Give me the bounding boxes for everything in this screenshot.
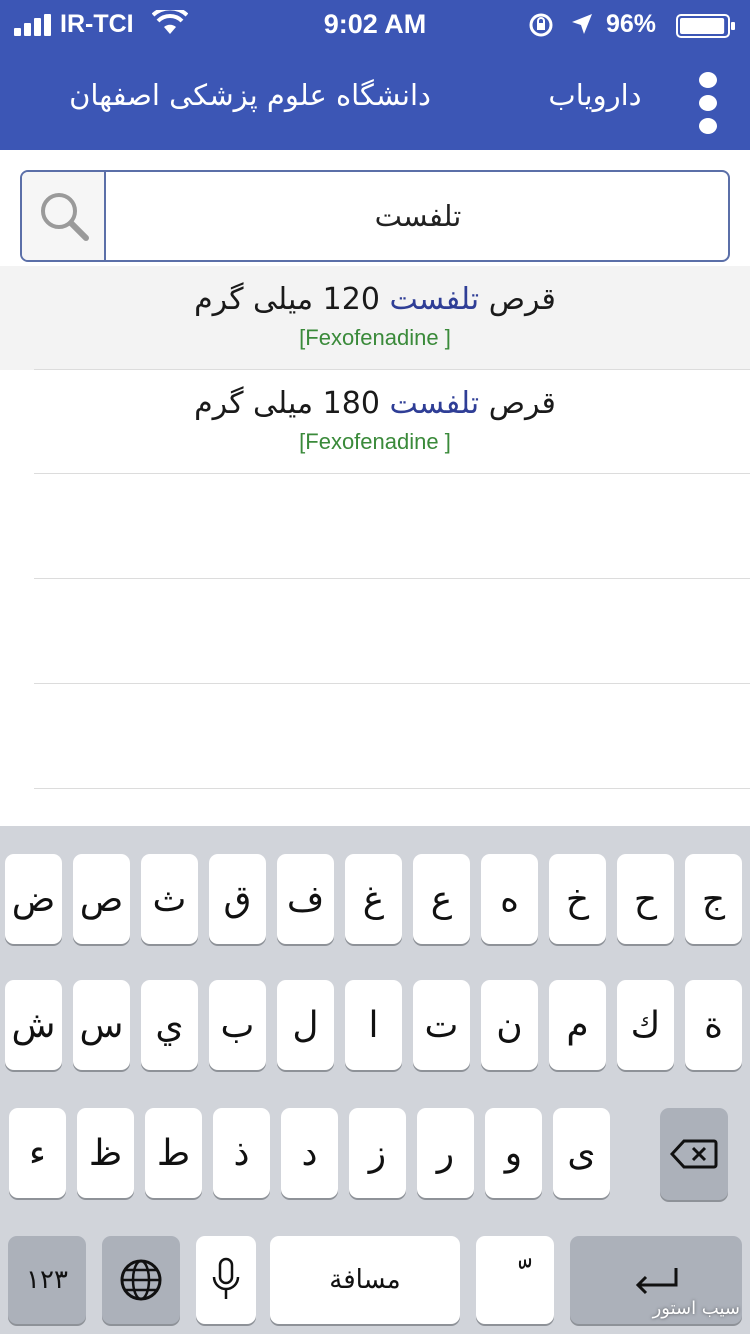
key-1-11[interactable]: ض (5, 854, 62, 944)
key-2-5[interactable]: ت (413, 980, 470, 1070)
location-arrow-icon (572, 14, 592, 34)
key-3-2[interactable]: و (485, 1108, 542, 1198)
watermark: سیب استور (652, 1298, 740, 1319)
key-3-4[interactable]: ز (349, 1108, 406, 1198)
header: IR-TCI 9:02 AM 96% دانشگاه علوم پزشکی اص… (0, 0, 750, 150)
key-2-4[interactable]: ن (481, 980, 538, 1070)
result-generic-name: [Fexofenadine ] (299, 429, 451, 454)
orientation-lock-icon (529, 13, 553, 37)
app-subtitle: دانشگاه علوم پزشکی اصفهان (69, 78, 431, 112)
key-1-9[interactable]: ث (141, 854, 198, 944)
empty-row (0, 474, 750, 579)
keyboard: ١٢٣ مسافة ّ جحخهعغفقثصض ةكمنت (0, 826, 750, 1334)
search-button[interactable] (22, 172, 106, 260)
key-2-2[interactable]: ك (617, 980, 674, 1070)
list-item[interactable]: قرص تلفست 120 میلی گرم [Fexofenadine ] (0, 266, 750, 370)
empty-row (0, 579, 750, 684)
key-3-5[interactable]: د (281, 1108, 338, 1198)
app-title: دارویاب (548, 78, 642, 112)
result-highlight: تلفست (389, 282, 480, 317)
return-icon (635, 1268, 678, 1295)
results-list: قرص تلفست 120 میلی گرم [Fexofenadine ] ق… (0, 266, 750, 789)
key-1-6[interactable]: غ (345, 854, 402, 944)
result-generic-name: [Fexofenadine ] (299, 325, 451, 350)
globe-key[interactable] (102, 1236, 180, 1324)
key-2-7[interactable]: ل (277, 980, 334, 1070)
key-2-6[interactable]: ا (345, 980, 402, 1070)
search-box (20, 170, 730, 262)
empty-row (0, 684, 750, 789)
key-2-11[interactable]: ش (5, 980, 62, 1070)
key-3-3[interactable]: ر (417, 1108, 474, 1198)
key-1-4[interactable]: ه (481, 854, 538, 944)
backspace-icon (670, 1139, 718, 1169)
battery-percent: 96% (606, 10, 657, 38)
app-bar: دانشگاه علوم پزشکی اصفهان دارویاب (0, 50, 750, 150)
key-3-6[interactable]: ذ (213, 1108, 270, 1198)
microphone-icon (212, 1257, 240, 1299)
key-1-3[interactable]: خ (549, 854, 606, 944)
numbers-key[interactable]: ١٢٣ (8, 1236, 86, 1324)
space-key[interactable]: مسافة (270, 1236, 460, 1324)
key-3-8[interactable]: ظ (77, 1108, 134, 1198)
diacritic-key[interactable]: ّ (476, 1236, 554, 1324)
result-name: قرص تلفست 120 میلی گرم (194, 282, 556, 317)
key-1-2[interactable]: ح (617, 854, 674, 944)
key-2-9[interactable]: ي (141, 980, 198, 1070)
globe-icon (120, 1259, 162, 1301)
key-2-1[interactable]: ة (685, 980, 742, 1070)
key-3-9[interactable]: ء (9, 1108, 66, 1198)
key-1-8[interactable]: ق (209, 854, 266, 944)
result-highlight: تلفست (389, 386, 480, 421)
key-2-10[interactable]: س (73, 980, 130, 1070)
more-vert-icon[interactable] (686, 72, 730, 134)
key-3-7[interactable]: ط (145, 1108, 202, 1198)
search-input[interactable] (108, 172, 728, 260)
key-1-10[interactable]: ص (73, 854, 130, 944)
key-1-5[interactable]: ع (413, 854, 470, 944)
battery-icon (676, 14, 735, 38)
dictation-key[interactable] (196, 1236, 256, 1324)
key-3-1[interactable]: ى (553, 1108, 610, 1198)
status-bar: IR-TCI 9:02 AM 96% (0, 0, 750, 50)
key-2-3[interactable]: م (549, 980, 606, 1070)
key-1-1[interactable]: ج (685, 854, 742, 944)
result-name: قرص تلفست 180 میلی گرم (194, 386, 556, 421)
search-icon (41, 193, 89, 241)
list-item[interactable]: قرص تلفست 180 میلی گرم [Fexofenadine ] (0, 370, 750, 474)
page: IR-TCI 9:02 AM 96% دانشگاه علوم پزشکی اص… (0, 0, 750, 1334)
key-2-8[interactable]: ب (209, 980, 266, 1070)
backspace-key[interactable] (660, 1108, 728, 1200)
key-1-7[interactable]: ف (277, 854, 334, 944)
